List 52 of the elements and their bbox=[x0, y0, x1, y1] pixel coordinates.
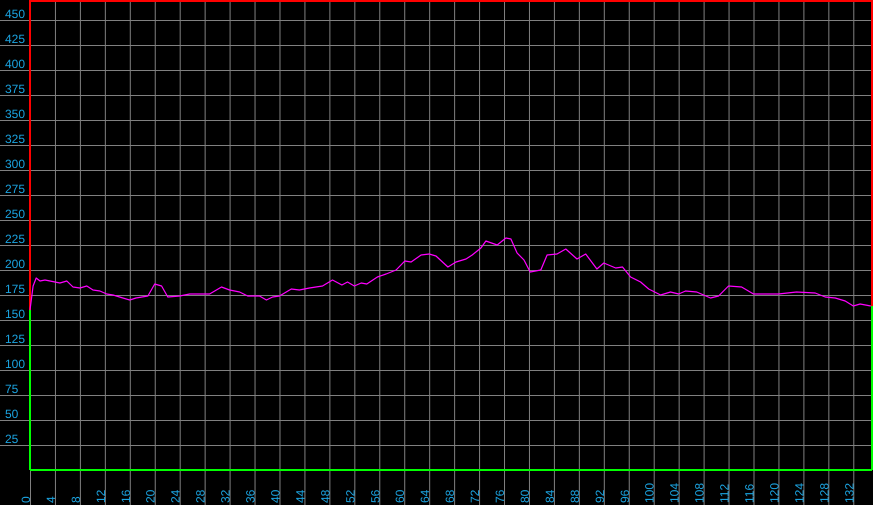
axis-label: 0 bbox=[19, 496, 33, 503]
axis-label: 124 bbox=[792, 482, 806, 503]
axis-label: 250 bbox=[5, 207, 26, 221]
axis-label: 225 bbox=[5, 232, 26, 246]
axis-label: 300 bbox=[5, 157, 26, 171]
axis-label: 350 bbox=[5, 107, 26, 121]
axis-label: 32 bbox=[218, 490, 233, 503]
axis-label: 48 bbox=[318, 490, 332, 503]
axis-label: 88 bbox=[568, 490, 582, 503]
axis-label: 24 bbox=[168, 490, 183, 503]
axis-label: 100 bbox=[5, 357, 26, 371]
axis-label: 425 bbox=[5, 32, 26, 46]
axis-label: 52 bbox=[343, 490, 358, 503]
axis-label: 12 bbox=[94, 490, 108, 503]
axis-label: 104 bbox=[668, 482, 682, 503]
axis-label: 80 bbox=[518, 490, 532, 503]
axis-label: 84 bbox=[542, 490, 557, 503]
axis-label: 75 bbox=[5, 382, 18, 396]
axis-label: 120 bbox=[767, 482, 782, 503]
axis-label: 36 bbox=[244, 490, 258, 503]
axis-label: 150 bbox=[5, 307, 26, 321]
axis-label: 200 bbox=[5, 257, 26, 271]
axis-label: 132 bbox=[842, 482, 856, 503]
axis-label: 16 bbox=[118, 490, 133, 503]
axis-label: 275 bbox=[5, 182, 26, 196]
axis-label: 128 bbox=[817, 482, 832, 503]
axis-label: 92 bbox=[592, 490, 607, 503]
axis-label: 8 bbox=[68, 496, 83, 503]
axis-label: 56 bbox=[368, 490, 382, 503]
axis-label: 325 bbox=[5, 132, 26, 146]
axis-label: 112 bbox=[718, 484, 732, 503]
axis-label: 50 bbox=[5, 407, 18, 421]
axis-label: 400 bbox=[5, 57, 26, 71]
axis-label: 76 bbox=[493, 490, 508, 503]
axis-label: 450 bbox=[5, 7, 26, 21]
axis-label: 40 bbox=[268, 490, 282, 503]
axis-label: 44 bbox=[293, 490, 308, 503]
axis-label: 4 bbox=[44, 496, 58, 503]
axis-label: 28 bbox=[194, 490, 208, 503]
axis-label: 116 bbox=[742, 484, 756, 503]
axis-label: 108 bbox=[692, 482, 707, 503]
axis-label: 25 bbox=[5, 432, 18, 446]
axis-label: 125 bbox=[5, 332, 26, 346]
axis-label: 72 bbox=[468, 490, 482, 503]
axis-label: 175 bbox=[5, 282, 26, 296]
axis-label: 96 bbox=[618, 490, 632, 503]
axis-label: 100 bbox=[642, 482, 657, 503]
axis-label: 20 bbox=[144, 490, 158, 503]
axis-label: 375 bbox=[5, 82, 26, 96]
axis-label: 60 bbox=[393, 490, 408, 503]
axis-label: 68 bbox=[443, 490, 458, 503]
axis-label: 64 bbox=[418, 490, 432, 503]
